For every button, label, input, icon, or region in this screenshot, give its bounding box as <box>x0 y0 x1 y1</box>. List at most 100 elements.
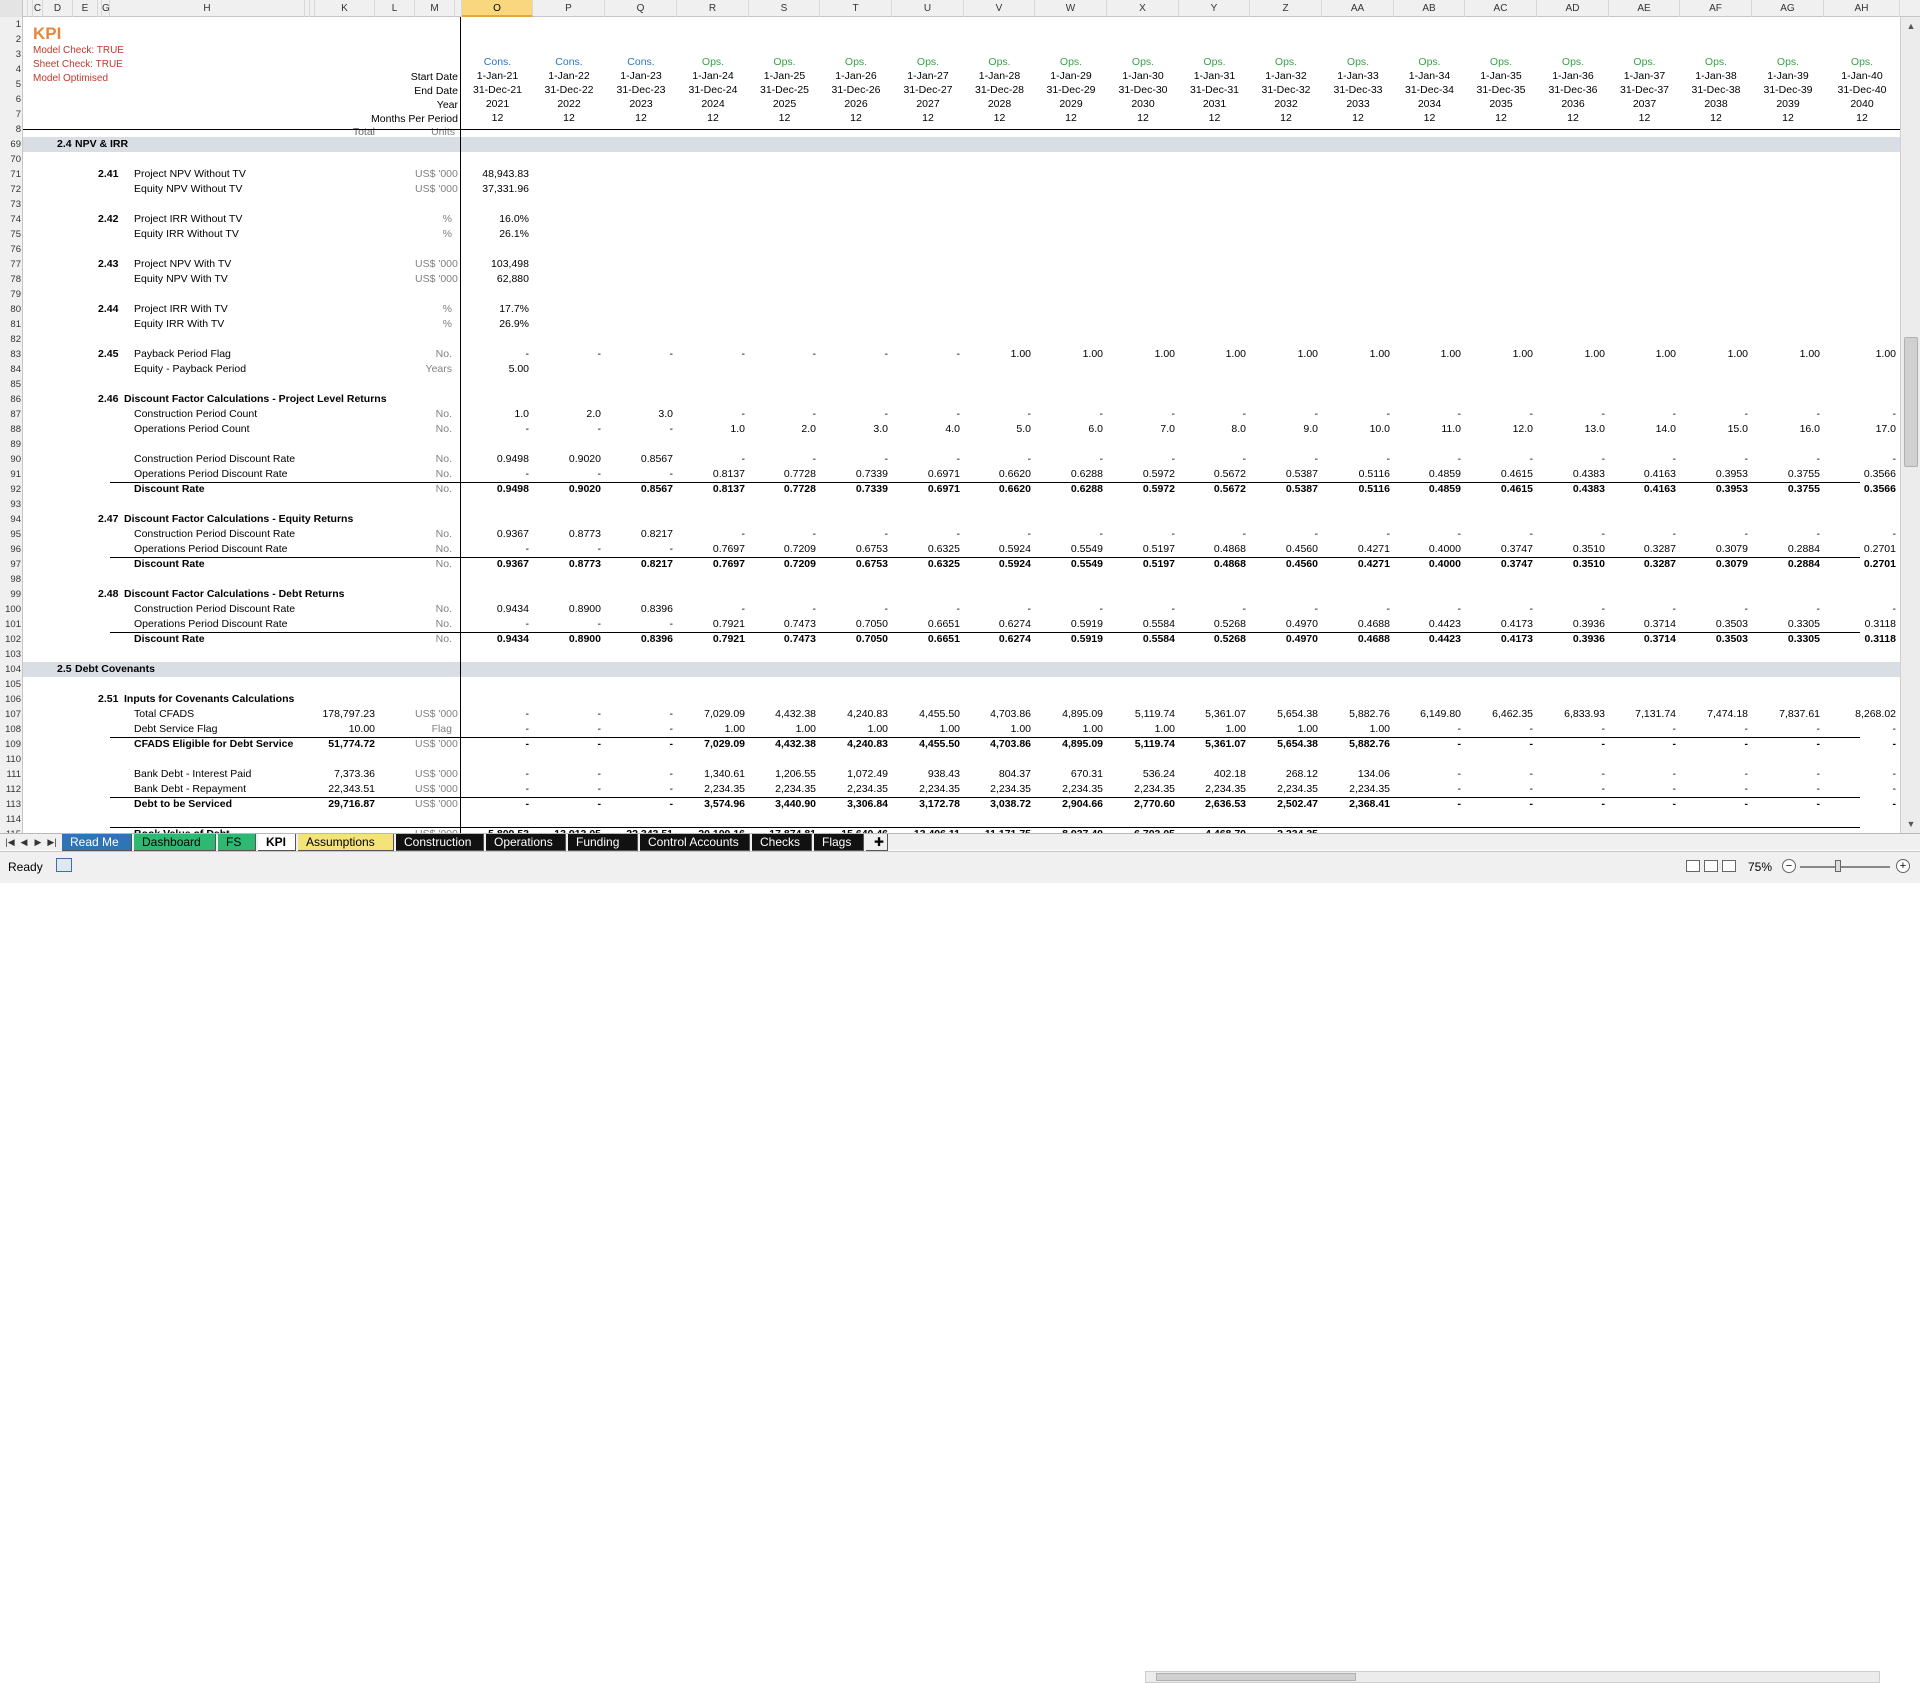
column-header-w[interactable]: W <box>1035 0 1107 17</box>
period-months-ab[interactable]: 12 <box>1394 111 1465 126</box>
value-cell-x[interactable]: 0.5197 <box>1107 557 1175 572</box>
value-cell-o[interactable]: 0.9498 <box>462 482 529 497</box>
value-cell-o[interactable]: - <box>462 767 530 782</box>
value-cell-p[interactable]: - <box>533 707 602 722</box>
value-cell-o[interactable]: - <box>462 347 530 362</box>
value-cell-ad[interactable]: - <box>1537 602 1606 617</box>
value-cell-y[interactable]: 0.5268 <box>1179 632 1246 647</box>
value-cell-x[interactable]: 5,119.74 <box>1107 737 1175 752</box>
value-cell-q[interactable]: - <box>605 467 674 482</box>
column-header-m[interactable]: M <box>415 0 455 17</box>
value-cell-w[interactable]: 0.6288 <box>1035 467 1103 482</box>
value-cell-p[interactable]: - <box>533 467 602 482</box>
period-year-q[interactable]: 2023 <box>605 97 677 112</box>
period-phase-z[interactable]: Ops. <box>1250 55 1322 70</box>
value-cell-t[interactable]: 4,240.83 <box>820 707 888 722</box>
value-cell-ae[interactable]: 0.3714 <box>1609 632 1676 647</box>
period-phase-u[interactable]: Ops. <box>892 55 964 70</box>
period-phase-t[interactable]: Ops. <box>820 55 892 70</box>
row-label[interactable]: Operations Period Discount Rate <box>134 542 288 557</box>
value-cell-y[interactable]: 0.4868 <box>1179 542 1246 557</box>
value-cell-ad[interactable]: 0.3510 <box>1537 557 1605 572</box>
column-header-ac[interactable]: AC <box>1465 0 1537 17</box>
value-cell-x[interactable]: 0.5197 <box>1107 542 1175 557</box>
row-header-84[interactable]: 84 <box>0 362 22 377</box>
value-cell-ae[interactable]: 0.3714 <box>1609 617 1676 632</box>
value-cell-ah[interactable]: 0.3118 <box>1824 632 1896 647</box>
period-phase-w[interactable]: Ops. <box>1035 55 1107 70</box>
period-end-w[interactable]: 31-Dec-29 <box>1035 83 1107 98</box>
value-cell-ab[interactable]: - <box>1394 452 1462 467</box>
sheet-tab-read-me[interactable]: Read Me <box>62 834 132 851</box>
value-cell-ah[interactable]: - <box>1824 407 1897 422</box>
period-year-y[interactable]: 2031 <box>1179 97 1250 112</box>
value-cell-ah[interactable]: 0.3566 <box>1824 482 1896 497</box>
value-cell-v[interactable]: 0.6274 <box>964 617 1031 632</box>
value-cell-z[interactable]: 2,234.35 <box>1250 782 1318 797</box>
value-cell-ad[interactable]: 0.3936 <box>1537 617 1605 632</box>
row-total[interactable]: 7,373.36 <box>315 767 375 782</box>
value-cell-s[interactable]: - <box>749 452 817 467</box>
value-cell-ag[interactable]: - <box>1752 452 1821 467</box>
period-end-aa[interactable]: 31-Dec-33 <box>1322 83 1394 98</box>
value-cell-s[interactable]: - <box>749 527 817 542</box>
row-label[interactable]: Inputs for Covenants Calculations <box>124 692 294 707</box>
value-cell-v[interactable]: - <box>964 602 1032 617</box>
value-cell-ag[interactable]: - <box>1752 782 1821 797</box>
value-cell-ae[interactable]: 7,131.74 <box>1609 707 1676 722</box>
value-cell-ae[interactable]: - <box>1609 767 1677 782</box>
value-cell-ad[interactable]: 0.4383 <box>1537 467 1605 482</box>
value-cell-ac[interactable]: - <box>1465 797 1534 812</box>
value-cell-w[interactable]: 1.00 <box>1035 347 1103 362</box>
value-cell-u[interactable]: 4,455.50 <box>892 707 960 722</box>
value-cell-aa[interactable]: - <box>1322 602 1391 617</box>
row-unit[interactable]: US$ '000 <box>415 167 458 182</box>
value-cell-t[interactable]: - <box>820 407 889 422</box>
column-header-d[interactable]: D <box>43 0 73 17</box>
column-header-k[interactable]: K <box>315 0 375 17</box>
row-label[interactable]: Project NPV Without TV <box>134 167 246 182</box>
value-cell-ab[interactable]: 0.4859 <box>1394 482 1461 497</box>
value-cell-ah[interactable]: - <box>1824 602 1897 617</box>
value-cell-ab[interactable]: 0.4859 <box>1394 467 1461 482</box>
value-cell-ae[interactable]: 0.3287 <box>1609 557 1676 572</box>
value-cell-s[interactable]: 0.7473 <box>749 632 816 647</box>
value-cell-q[interactable]: 0.8217 <box>605 557 673 572</box>
row-label[interactable]: Debt Service Flag <box>134 722 217 737</box>
value-cell-r[interactable]: 1,340.61 <box>677 767 745 782</box>
value-cell-z[interactable]: 0.4560 <box>1250 542 1318 557</box>
column-header-o[interactable]: O <box>462 0 533 17</box>
value-cell-u[interactable]: 2,234.35 <box>892 782 960 797</box>
value-cell-ab[interactable]: - <box>1394 602 1462 617</box>
value-cell-q[interactable]: 0.8567 <box>605 452 673 467</box>
row-label[interactable]: Equity IRR Without TV <box>134 227 239 242</box>
period-phase-x[interactable]: Ops. <box>1107 55 1179 70</box>
value-cell-p[interactable]: - <box>533 617 602 632</box>
period-months-t[interactable]: 12 <box>820 111 892 126</box>
value-cell-af[interactable]: 0.3079 <box>1680 557 1748 572</box>
value-cell-p[interactable]: 0.8900 <box>533 632 601 647</box>
normal-view-icon[interactable] <box>1686 860 1700 872</box>
row-label[interactable]: Total CFADS <box>134 707 194 722</box>
value-cell-s[interactable]: 4,432.38 <box>749 737 816 752</box>
sheet-tab-assumptions[interactable]: Assumptions <box>298 834 394 851</box>
value-cell-r[interactable]: 0.8137 <box>677 467 745 482</box>
period-phase-af[interactable]: Ops. <box>1680 55 1752 70</box>
period-start-u[interactable]: 1-Jan-27 <box>892 69 964 84</box>
value-cell-aa[interactable]: 0.4688 <box>1322 632 1390 647</box>
row-header-87[interactable]: 87 <box>0 407 22 422</box>
value-cell-s[interactable]: 0.7473 <box>749 617 816 632</box>
value-cell-x[interactable]: 2,770.60 <box>1107 797 1175 812</box>
row-unit[interactable]: No. <box>415 617 452 632</box>
scroll-down-icon[interactable]: ▼ <box>1904 817 1918 831</box>
value-cell-ad[interactable]: - <box>1537 782 1606 797</box>
row-header-74[interactable]: 74 <box>0 212 22 227</box>
value-cell-y[interactable]: 5,361.07 <box>1179 737 1246 752</box>
value-cell-ac[interactable]: 1.00 <box>1465 347 1533 362</box>
value-cell-ae[interactable]: - <box>1609 797 1677 812</box>
value-cell-ac[interactable]: 0.4173 <box>1465 617 1533 632</box>
period-year-u[interactable]: 2027 <box>892 97 964 112</box>
value-cell-ac[interactable]: - <box>1465 527 1534 542</box>
row-label[interactable]: Equity NPV Without TV <box>134 182 242 197</box>
value-cell-ab[interactable]: - <box>1394 782 1462 797</box>
